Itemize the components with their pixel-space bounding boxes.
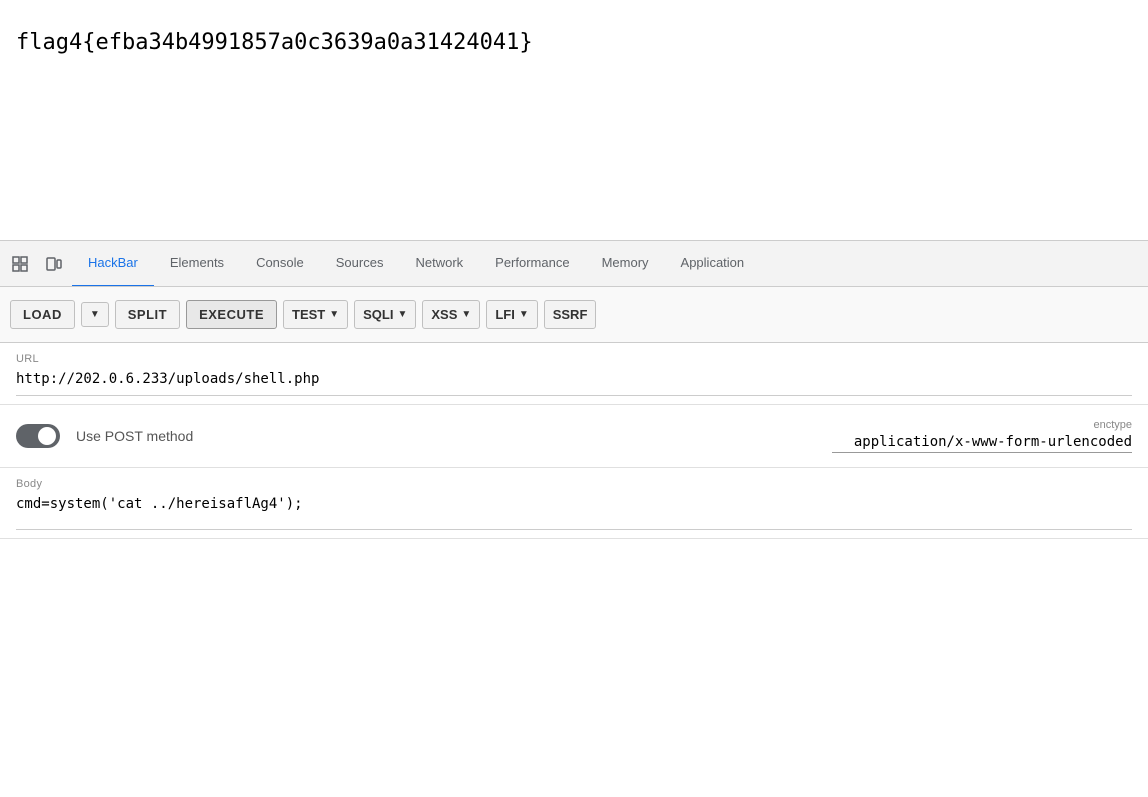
- ssrf-dropdown-button[interactable]: SSRF: [544, 300, 597, 329]
- sqli-dropdown-arrow: ▼: [397, 309, 407, 320]
- xss-label: XSS: [431, 307, 457, 322]
- devtools-tab-bar: HackBar Elements Console Sources Network…: [0, 241, 1148, 287]
- tab-elements[interactable]: Elements: [154, 241, 240, 287]
- xss-dropdown-button[interactable]: XSS ▼: [422, 300, 480, 329]
- url-section: URL: [0, 343, 1148, 405]
- hackbar-content: URL Use POST method enctype application/…: [0, 343, 1148, 539]
- test-label: TEST: [292, 307, 325, 322]
- tab-console[interactable]: Console: [240, 241, 320, 287]
- device-icon[interactable]: [38, 248, 70, 280]
- hackbar-toolbar: LOAD ▼ SPLIT EXECUTE TEST ▼ SQLI ▼ XSS ▼…: [0, 287, 1148, 343]
- enctype-section: enctype application/x-www-form-urlencode…: [832, 419, 1132, 453]
- body-section: Body: [0, 468, 1148, 539]
- split-button[interactable]: SPLIT: [115, 300, 180, 329]
- test-dropdown-button[interactable]: TEST ▼: [283, 300, 348, 329]
- execute-button[interactable]: EXECUTE: [186, 300, 277, 329]
- lfi-label: LFI: [495, 307, 515, 322]
- devtools-panel: HackBar Elements Console Sources Network…: [0, 240, 1148, 539]
- inspect-icon[interactable]: [4, 248, 36, 280]
- tab-application[interactable]: Application: [665, 241, 761, 287]
- post-section: Use POST method enctype application/x-ww…: [0, 405, 1148, 468]
- ssrf-label: SSRF: [553, 307, 588, 322]
- url-divider: [16, 395, 1132, 396]
- lfi-dropdown-button[interactable]: LFI ▼: [486, 300, 537, 329]
- url-label: URL: [16, 353, 1132, 365]
- load-dropdown-button[interactable]: ▼: [81, 302, 109, 327]
- body-divider: [16, 529, 1132, 530]
- xss-dropdown-arrow: ▼: [461, 309, 471, 320]
- enctype-label: enctype: [832, 419, 1132, 431]
- tab-sources[interactable]: Sources: [320, 241, 400, 287]
- body-label: Body: [16, 478, 1132, 490]
- post-method-toggle[interactable]: [16, 424, 60, 448]
- page-content: flag4{efba34b4991857a0c3639a0a31424041}: [0, 0, 1148, 240]
- post-method-label: Use POST method: [76, 428, 193, 444]
- url-input[interactable]: [16, 369, 1132, 389]
- load-dropdown-arrow: ▼: [90, 309, 100, 320]
- tab-network[interactable]: Network: [399, 241, 479, 287]
- load-button[interactable]: LOAD: [10, 300, 75, 329]
- sqli-dropdown-button[interactable]: SQLI ▼: [354, 300, 416, 329]
- flag-output: flag4{efba34b4991857a0c3639a0a31424041}: [16, 30, 1132, 55]
- body-input[interactable]: [16, 494, 1132, 518]
- sqli-label: SQLI: [363, 307, 393, 322]
- tab-memory[interactable]: Memory: [586, 241, 665, 287]
- tab-hackbar[interactable]: HackBar: [72, 241, 154, 287]
- test-dropdown-arrow: ▼: [329, 309, 339, 320]
- enctype-value: application/x-www-form-urlencoded: [832, 434, 1132, 453]
- lfi-dropdown-arrow: ▼: [519, 309, 529, 320]
- tab-performance[interactable]: Performance: [479, 241, 585, 287]
- toggle-slider: [16, 424, 60, 448]
